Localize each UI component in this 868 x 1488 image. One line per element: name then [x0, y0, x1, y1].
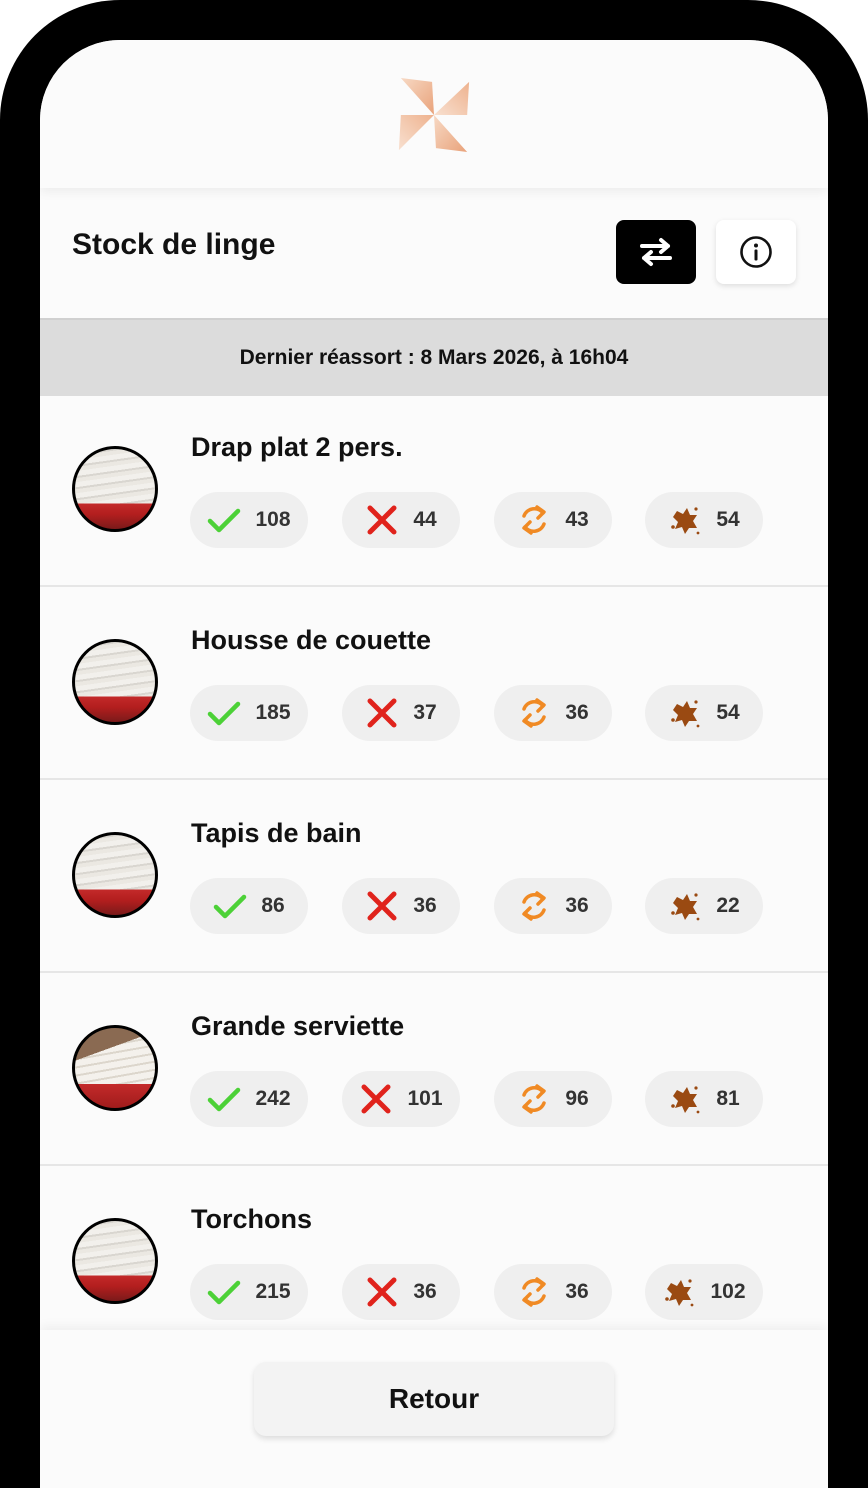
missing-count-pill: 101: [342, 1071, 460, 1127]
refresh-icon: [522, 1277, 547, 1307]
item-photo: [72, 1025, 158, 1111]
rotation-count: 36: [565, 894, 589, 917]
cross-icon: [367, 891, 397, 921]
ok-count: 215: [255, 1280, 291, 1303]
missing-count-pill: 37: [342, 685, 460, 741]
check-icon: [208, 1280, 241, 1305]
stained-count: 22: [716, 894, 740, 917]
list-item[interactable]: Grande serviette 242 101 96 81: [40, 973, 828, 1166]
phone-frame: Stock de linge Dernier réassort : 8 Mars…: [0, 0, 868, 1488]
ok-count: 242: [255, 1087, 291, 1110]
last-restock-banner: Dernier réassort : 8 Mars 2026, à 16h04: [40, 318, 828, 396]
stain-icon: [671, 507, 700, 535]
item-name: Drap plat 2 pers.: [191, 432, 403, 462]
cross-icon: [367, 1277, 397, 1307]
rotation-count-pill: 43: [494, 492, 612, 548]
pinwheel-logo-icon: [398, 77, 470, 153]
check-icon: [208, 508, 241, 533]
app-header: [40, 40, 828, 188]
page-title: Stock de linge: [72, 228, 276, 261]
stained-count: 54: [716, 701, 740, 724]
item-name: Tapis de bain: [191, 818, 362, 848]
stained-count: 102: [710, 1280, 746, 1303]
ok-count-pill: 108: [190, 492, 308, 548]
missing-count-pill: 36: [342, 878, 460, 934]
rotation-count-pill: 96: [494, 1071, 612, 1127]
ok-count-pill: 185: [190, 685, 308, 741]
refresh-icon: [522, 891, 547, 921]
rotation-count-pill: 36: [494, 685, 612, 741]
check-icon: [214, 894, 247, 919]
ok-count-pill: 86: [190, 878, 308, 934]
ok-count: 185: [255, 701, 291, 724]
stained-count-pill: 54: [645, 492, 763, 548]
item-photo: [72, 446, 158, 532]
rotation-count-pill: 36: [494, 878, 612, 934]
refresh-icon: [522, 505, 547, 535]
list-item[interactable]: Housse de couette 185 37 36 54: [40, 587, 828, 780]
check-icon: [208, 701, 241, 726]
stained-count-pill: 102: [645, 1264, 763, 1320]
stain-icon: [665, 1279, 694, 1307]
title-bar: Stock de linge: [40, 188, 828, 318]
stain-icon: [671, 700, 700, 728]
item-photo: [72, 1218, 158, 1304]
list-item[interactable]: Tapis de bain 86 36 36 22: [40, 780, 828, 973]
rotation-count: 96: [565, 1087, 589, 1110]
rotation-count-pill: 36: [494, 1264, 612, 1320]
back-button[interactable]: Retour: [254, 1362, 614, 1436]
cross-icon: [361, 1084, 391, 1114]
item-name: Housse de couette: [191, 625, 432, 655]
item-name: Grande serviette: [191, 1011, 405, 1041]
footer: Retour: [40, 1330, 828, 1488]
cross-icon: [367, 698, 397, 728]
stained-count-pill: 22: [645, 878, 763, 934]
ok-count-pill: 215: [190, 1264, 308, 1320]
stain-icon: [671, 1086, 700, 1114]
missing-count-pill: 36: [342, 1264, 460, 1320]
missing-count: 36: [413, 894, 437, 917]
missing-count: 36: [413, 1280, 437, 1303]
missing-count: 44: [413, 508, 437, 531]
refresh-icon: [522, 1084, 547, 1114]
screen: Stock de linge Dernier réassort : 8 Mars…: [40, 40, 828, 1488]
rotation-count: 36: [565, 701, 589, 724]
stained-count-pill: 81: [645, 1071, 763, 1127]
list-item[interactable]: Drap plat 2 pers. 108 44 43 54: [40, 394, 828, 587]
rotation-count: 36: [565, 1280, 589, 1303]
stained-count-pill: 54: [645, 685, 763, 741]
swap-arrows-icon: [640, 238, 672, 266]
missing-count: 101: [407, 1087, 443, 1110]
stained-count: 81: [716, 1087, 740, 1110]
ok-count-pill: 242: [190, 1071, 308, 1127]
linen-list: Drap plat 2 pers. 108 44 43 54 Housse de…: [40, 394, 828, 1330]
check-icon: [208, 1087, 241, 1112]
stain-icon: [671, 893, 700, 921]
ok-count: 86: [261, 894, 285, 917]
item-photo: [72, 639, 158, 725]
refresh-icon: [522, 698, 547, 728]
info-icon: [740, 236, 772, 268]
rotation-count: 43: [565, 508, 589, 531]
cross-icon: [367, 505, 397, 535]
switch-view-button[interactable]: [616, 220, 696, 284]
list-item[interactable]: Torchons 215 36 36 102: [40, 1166, 828, 1330]
item-name: Torchons: [191, 1204, 312, 1234]
missing-count: 37: [413, 701, 437, 724]
ok-count: 108: [255, 508, 291, 531]
stained-count: 54: [716, 508, 740, 531]
info-button[interactable]: [716, 220, 796, 284]
missing-count-pill: 44: [342, 492, 460, 548]
item-photo: [72, 832, 158, 918]
